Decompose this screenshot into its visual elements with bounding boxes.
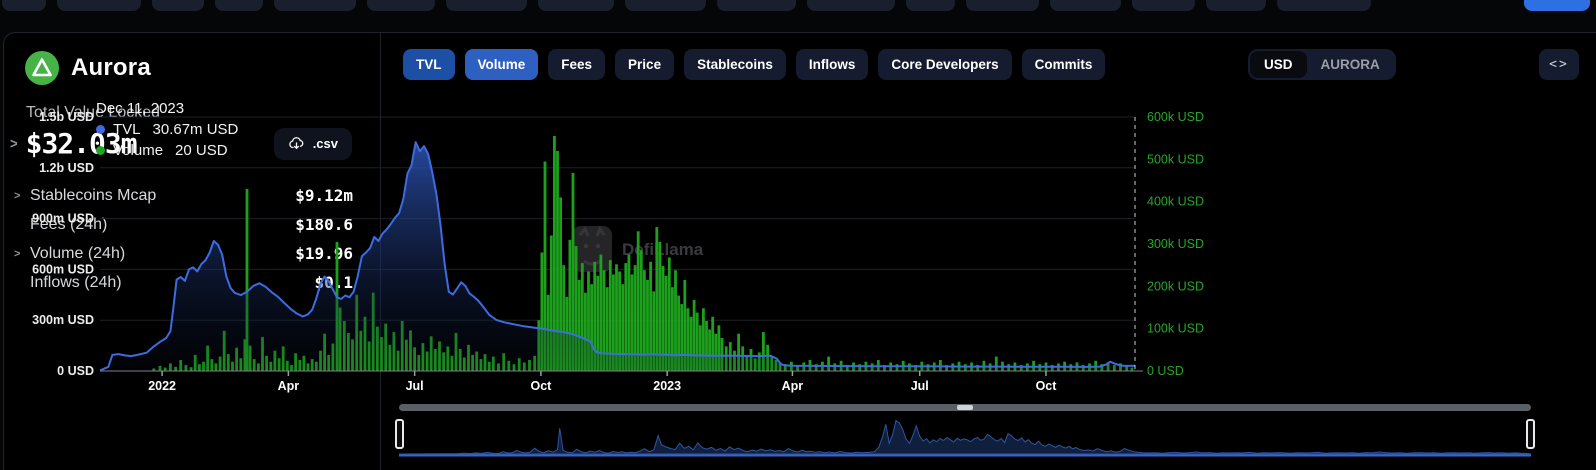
nav-link[interactable] bbox=[1206, 0, 1266, 11]
left-axis-label: 1.5b USD bbox=[39, 110, 94, 124]
nav-link[interactable] bbox=[1132, 0, 1195, 11]
x-axis-label: Oct bbox=[530, 379, 552, 393]
nav-link[interactable] bbox=[367, 0, 435, 11]
tooltip-row-volume: Volume 20 USD bbox=[96, 142, 238, 159]
top-navbar bbox=[0, 0, 1596, 12]
nav-link[interactable] bbox=[807, 0, 895, 11]
chart-tooltip: Dec 11, 2023 TVL 30.67m USD Volume 20 USD bbox=[96, 100, 238, 159]
left-axis-label: 0 USD bbox=[57, 364, 94, 378]
nav-link[interactable] bbox=[446, 0, 527, 11]
nav-link[interactable] bbox=[274, 0, 356, 11]
tab-core-developers[interactable]: Core Developers bbox=[878, 49, 1011, 80]
left-axis-label: 600m USD bbox=[32, 262, 94, 276]
right-axis-label: 0 USD bbox=[1147, 364, 1184, 378]
denom-option-usd[interactable]: USD bbox=[1250, 51, 1307, 78]
right-axis-label: 200k USD bbox=[1147, 279, 1204, 293]
nav-link[interactable] bbox=[906, 0, 955, 11]
tooltip-series-value: 20 USD bbox=[175, 142, 228, 159]
tvl-legend-dot-icon bbox=[96, 125, 105, 134]
right-axis-label: 400k USD bbox=[1147, 195, 1204, 209]
embed-chart-button[interactable]: <> bbox=[1539, 49, 1579, 80]
x-axis-label: 2022 bbox=[148, 379, 176, 393]
protocol-name: Aurora bbox=[71, 54, 151, 82]
right-axis-label: 500k USD bbox=[1147, 152, 1204, 166]
nav-link[interactable] bbox=[625, 0, 706, 11]
nav-link[interactable] bbox=[152, 0, 204, 11]
nav-link[interactable] bbox=[215, 0, 263, 11]
tooltip-series-name: TVL bbox=[113, 121, 141, 138]
left-axis-label: 300m USD bbox=[32, 313, 94, 327]
x-axis-label: Apr bbox=[782, 379, 804, 393]
right-axis-label: 100k USD bbox=[1147, 322, 1204, 336]
denom-option-aurora[interactable]: AURORA bbox=[1307, 51, 1394, 78]
left-axis-label: 1.2b USD bbox=[39, 161, 94, 175]
x-axis-label: Oct bbox=[1036, 379, 1058, 393]
main-chart[interactable]: Dec 11, 2023 TVL 30.67m USD Volume 20 USD 1… bbox=[12, 95, 1218, 397]
nav-link[interactable] bbox=[717, 0, 796, 11]
minimap-area bbox=[399, 421, 1531, 454]
volume-bar bbox=[655, 227, 658, 371]
protocol-card: Aurora Total Value Locked > $32.03m .csv… bbox=[3, 32, 1596, 470]
right-axis-label: 300k USD bbox=[1147, 237, 1204, 251]
tab-stablecoins[interactable]: Stablecoins bbox=[684, 49, 786, 80]
tab-volume[interactable]: Volume bbox=[465, 49, 539, 80]
x-axis-label: Apr bbox=[278, 379, 300, 393]
volume-legend-dot-icon bbox=[96, 146, 105, 155]
brush-handle-left[interactable] bbox=[395, 419, 404, 449]
volume-bar bbox=[637, 231, 640, 371]
tab-price[interactable]: Price bbox=[615, 49, 674, 80]
volume-bar bbox=[640, 250, 643, 371]
nav-link[interactable] bbox=[538, 0, 614, 11]
tooltip-row-tvl: TVL 30.67m USD bbox=[96, 121, 238, 138]
brush-track[interactable] bbox=[399, 404, 1531, 411]
tab-inflows[interactable]: Inflows bbox=[796, 49, 869, 80]
time-brush[interactable] bbox=[399, 404, 1531, 460]
left-axis-label: 900m USD bbox=[32, 212, 94, 226]
tooltip-date: Dec 11, 2023 bbox=[96, 100, 238, 117]
nav-cta-button[interactable] bbox=[1524, 0, 1590, 11]
brush-grip-handle[interactable] bbox=[957, 405, 973, 410]
volume-bar bbox=[659, 242, 662, 371]
tab-fees[interactable]: Fees bbox=[548, 49, 605, 80]
nav-link[interactable] bbox=[57, 0, 141, 11]
nav-link[interactable] bbox=[2, 0, 46, 11]
x-axis-label: 2023 bbox=[653, 379, 681, 393]
brush-handle-right[interactable] bbox=[1526, 419, 1535, 449]
nav-link[interactable] bbox=[1277, 0, 1371, 11]
chart-tabs: TVL Volume Fees Price Stablecoins Inflows Core… bbox=[403, 49, 1105, 80]
tooltip-series-name: Volume bbox=[113, 142, 163, 159]
tooltip-series-value: 30.67m USD bbox=[153, 121, 239, 138]
svg-text:DefiLlama: DefiLlama bbox=[622, 240, 704, 259]
tab-tvl[interactable]: TVL bbox=[403, 49, 455, 80]
brush-minimap[interactable] bbox=[399, 412, 1531, 458]
x-axis-label: Jul bbox=[911, 379, 929, 393]
nav-link[interactable] bbox=[1050, 0, 1121, 11]
protocol-header: Aurora bbox=[25, 51, 151, 85]
aurora-logo-icon bbox=[25, 51, 59, 85]
denomination-toggle: USDAURORA bbox=[1248, 49, 1396, 80]
tab-commits[interactable]: Commits bbox=[1022, 49, 1106, 80]
navbar-links bbox=[2, 0, 1590, 11]
nav-link[interactable] bbox=[966, 0, 1039, 11]
x-axis-label: Jul bbox=[406, 379, 424, 393]
right-axis-label: 600k USD bbox=[1147, 110, 1204, 124]
